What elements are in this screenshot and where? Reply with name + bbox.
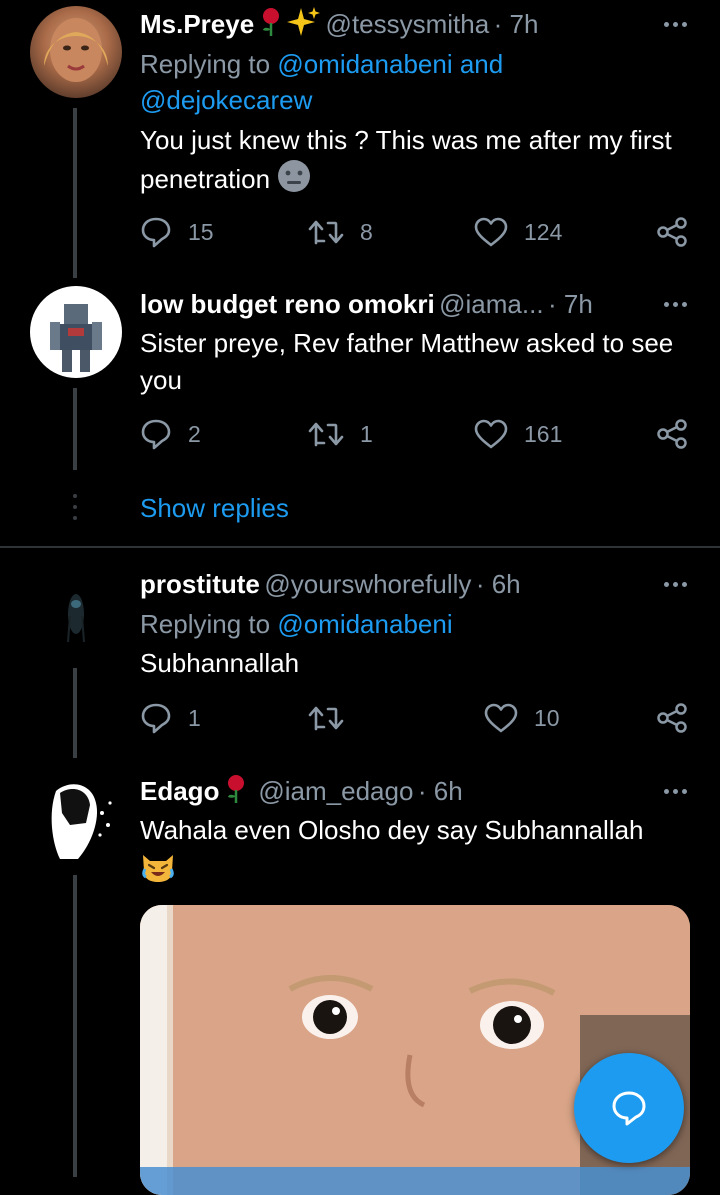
timestamp[interactable]: · 6h bbox=[418, 776, 463, 806]
share-icon bbox=[657, 217, 687, 247]
retweet-count: 8 bbox=[360, 218, 373, 245]
mention-link[interactable]: @dejokecarew bbox=[140, 85, 312, 115]
tweet-actions: 15 8 124 bbox=[140, 214, 690, 250]
timestamp[interactable]: · 7h bbox=[494, 9, 539, 39]
handle[interactable]: @tessysmitha bbox=[326, 9, 490, 39]
divider bbox=[0, 546, 720, 548]
tweet-ms-preye[interactable]: Ms.Preye @tessysmitha · 7h Replying to @… bbox=[0, 0, 720, 280]
tweet-header: Ms.Preye @tessysmitha · 7h bbox=[140, 6, 700, 42]
tweet-actions: 1 10 bbox=[140, 700, 690, 736]
reply-icon bbox=[141, 217, 171, 248]
retweet-count: 1 bbox=[360, 420, 373, 447]
tweet-actions: 2 1 161 bbox=[140, 416, 690, 452]
show-replies-link[interactable]: Show replies bbox=[140, 490, 700, 526]
reply-button[interactable]: 1 bbox=[140, 700, 201, 736]
heart-icon bbox=[474, 217, 508, 247]
thread-line bbox=[73, 875, 77, 1177]
like-count: 124 bbox=[524, 218, 563, 245]
like-count: 10 bbox=[534, 704, 560, 731]
like-button[interactable]: 161 bbox=[474, 416, 562, 452]
retweet-icon bbox=[308, 220, 344, 245]
avatar-image bbox=[67, 594, 85, 643]
display-name[interactable]: Edago bbox=[140, 776, 219, 806]
reply-count: 2 bbox=[188, 420, 201, 447]
reply-count: 15 bbox=[188, 218, 214, 245]
handle[interactable]: @iam_edago bbox=[258, 776, 413, 806]
like-count: 161 bbox=[524, 420, 563, 447]
timestamp[interactable]: · 7h bbox=[548, 289, 593, 319]
tweet-text: Subhannallah bbox=[140, 645, 700, 682]
retweet-button[interactable]: 1 bbox=[308, 416, 373, 452]
face-emoji-icon bbox=[277, 159, 311, 203]
tweet-text-content: Sister preye, Rev father Matthew asked t… bbox=[140, 328, 674, 395]
more-icon[interactable] bbox=[664, 789, 687, 795]
tweet-text-content: You just knew this ? This was me after m… bbox=[140, 125, 672, 194]
reply-button[interactable]: 2 bbox=[140, 416, 201, 452]
avatar[interactable] bbox=[30, 286, 122, 378]
replying-prefix: Replying to bbox=[140, 49, 278, 79]
mention-link[interactable]: @omidanabeni bbox=[277, 609, 452, 639]
tweet-text: Wahala even Olosho dey say Subhannallah bbox=[140, 812, 700, 849]
display-name[interactable]: low budget reno omokri bbox=[140, 289, 435, 319]
retweet-icon bbox=[308, 422, 344, 447]
handle[interactable]: @yourswhorefully bbox=[264, 569, 471, 599]
tweet-text-content: Wahala even Olosho dey say Subhannallah bbox=[140, 815, 644, 845]
reply-count: 1 bbox=[188, 704, 201, 731]
tweet-header: Edago @iam_edago · 6h bbox=[140, 773, 700, 809]
avatar[interactable] bbox=[30, 566, 122, 658]
display-name[interactable]: Ms.Preye bbox=[140, 9, 254, 39]
reply-icon bbox=[141, 703, 171, 734]
retweet-button[interactable]: 8 bbox=[308, 214, 373, 250]
avatar-image bbox=[44, 18, 108, 82]
tweet-text-content: Subhannallah bbox=[140, 648, 300, 678]
heart-icon bbox=[474, 419, 508, 449]
tweet-text: Sister preye, Rev father Matthew asked t… bbox=[140, 325, 680, 399]
rose-emoji-icon bbox=[259, 7, 283, 51]
share-button[interactable] bbox=[656, 416, 704, 452]
share-button[interactable] bbox=[656, 214, 704, 250]
tweet-header: low budget reno omokri @iama... · 7h bbox=[140, 286, 700, 322]
compose-reply-icon bbox=[612, 1091, 646, 1126]
avatar[interactable] bbox=[30, 773, 122, 865]
retweet-icon bbox=[308, 706, 344, 731]
replying-to: Replying to @omidanabeni and @dejokecare… bbox=[140, 46, 700, 118]
more-icon[interactable] bbox=[664, 302, 687, 308]
like-button[interactable]: 124 bbox=[474, 214, 562, 250]
share-icon bbox=[657, 703, 687, 733]
avatar-image bbox=[51, 784, 112, 859]
mention-link[interactable]: @omidanabeni bbox=[277, 49, 452, 79]
compose-reply-button[interactable] bbox=[574, 1053, 684, 1163]
replying-and[interactable]: and bbox=[453, 49, 503, 79]
share-icon bbox=[657, 419, 687, 449]
avatar-image bbox=[50, 304, 102, 372]
thread-line bbox=[73, 388, 77, 470]
reply-button[interactable]: 15 bbox=[140, 214, 214, 250]
thread-line bbox=[73, 668, 77, 758]
thread-line bbox=[73, 108, 77, 278]
more-icon[interactable] bbox=[664, 22, 687, 28]
like-button[interactable]: 10 bbox=[484, 700, 560, 736]
tweet-low-budget-reno-omokri[interactable]: low budget reno omokri @iama... · 7h Sis… bbox=[0, 280, 720, 546]
tweet-text: You just knew this ? This was me after m… bbox=[140, 122, 680, 203]
reply-icon bbox=[141, 419, 171, 450]
avatar[interactable] bbox=[30, 6, 122, 98]
tweet-prostitute[interactable]: prostitute @yourswhorefully · 6h Replyin… bbox=[0, 560, 720, 758]
replying-to: Replying to @omidanabeni bbox=[140, 606, 700, 642]
replying-prefix: Replying to bbox=[140, 609, 278, 639]
laughing-cat-emoji-icon bbox=[140, 849, 176, 883]
tweet-header: prostitute @yourswhorefully · 6h bbox=[140, 566, 700, 602]
thread-dots bbox=[73, 494, 77, 524]
heart-icon bbox=[484, 703, 518, 733]
timestamp[interactable]: · 6h bbox=[476, 569, 521, 599]
retweet-button[interactable] bbox=[308, 700, 360, 736]
more-icon[interactable] bbox=[664, 582, 687, 588]
display-name[interactable]: prostitute bbox=[140, 569, 260, 599]
handle[interactable]: @iama... bbox=[439, 289, 543, 319]
share-button[interactable] bbox=[656, 700, 704, 736]
